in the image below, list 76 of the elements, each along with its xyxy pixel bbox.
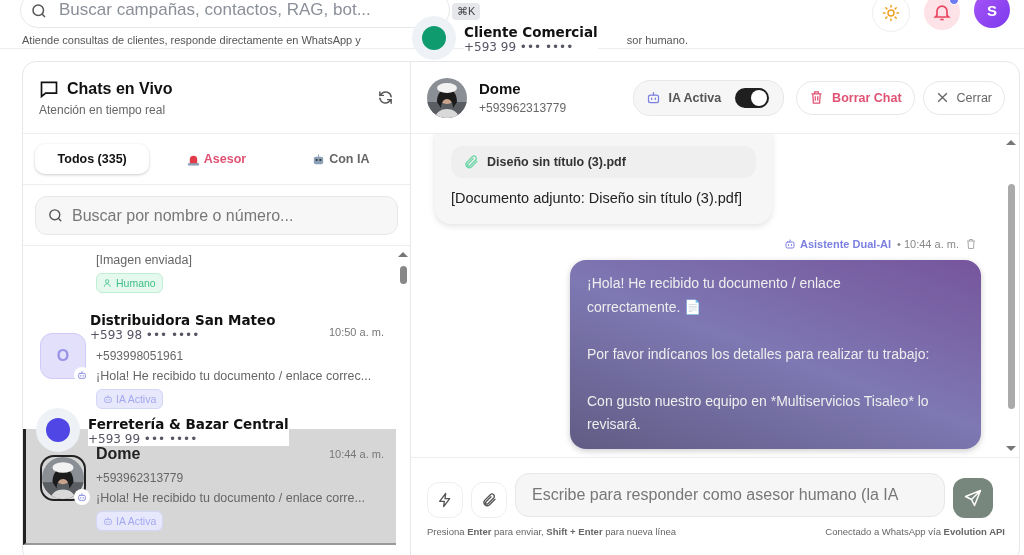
robot-icon [783,238,796,250]
toggle-switch[interactable] [735,87,770,108]
connection-status: Conectado a WhatsApp vía Evolution API [825,526,1005,537]
message-time: 10:44 a. m. [328,448,384,460]
message-text: [Documento adjunto: Diseño sin título (3).pdf] [451,190,743,206]
paperclip-icon [463,154,479,170]
filter-tab[interactable]: Asesor [159,144,274,174]
status-tag: Humano [96,273,163,293]
scroll-down-arrow[interactable] [1006,446,1016,451]
message-preview: ¡Hola! He recibido tu documento / enlace corre... [96,491,366,505]
lightning-icon [437,492,453,508]
status-tag: IA Activa [96,511,164,531]
shortcut-key: ⌘K [452,3,481,20]
theme-toggle[interactable] [872,0,910,32]
robot-icon [645,90,661,105]
attachment-chip[interactable]: Diseño sin título (3).pdf [451,146,756,178]
contact-avatar: O [40,333,86,379]
scrollbar-thumb[interactable] [400,266,407,284]
robot-icon [77,492,87,502]
status-tag: IA Activa [96,389,164,409]
keyboard-hint: Presiona Enter para enviar, Shift + Enter para nueva línea [427,526,676,537]
scroll-up-arrow[interactable] [398,252,408,257]
search-field[interactable]: Buscar campañas, contactos, RAG, bot... [20,0,450,28]
filter-tab[interactable]: Con IA [283,144,398,174]
search-icon [30,2,48,20]
send-icon [964,489,982,507]
search-field[interactable]: Buscar por nombre o número... [35,196,398,235]
contact-phone: +593962313779 [96,471,185,485]
attach-button[interactable] [471,482,507,518]
pin-tooltip[interactable] [412,16,456,60]
contact-phone: +593962313779 [479,101,568,115]
filter-tab[interactable]: Todos (335) [35,144,150,174]
delete-chat-button[interactable]: Borrar Chat [796,80,915,115]
panel-title: Chats en Vivo [67,79,173,98]
pin-tooltip[interactable] [36,408,80,452]
message-preview: [Imagen enviada] [96,253,193,267]
message-time: • 10:44 a. m. [897,238,959,250]
user-icon [103,278,113,288]
contact-name: Dome [479,80,522,97]
refresh-icon[interactable] [377,89,394,106]
message-bubble: ¡Hola! He recibido tu documento / enlace correctamente. 📄 Por favor indícanos los detalles para realizar tu trabajo: Con gusto nuestro equipo en *Multiservicios Tisaleo* lo revisará. [570,260,981,449]
search-icon [47,207,64,224]
send-button[interactable] [953,478,993,518]
page-subtitle: Atiende consultas de clientes, responde directamente en WhatsApp y [22,33,361,47]
quick-reply-button[interactable] [427,482,463,518]
message-input[interactable]: Escribe para responder como asesor humano (la IA [515,473,945,517]
trash-icon [809,90,825,105]
paperclip-icon [481,492,497,508]
page-subtitle: sor humano. [626,33,688,47]
pin-phone: +593 99 ••• •••• [464,39,575,54]
robot-icon [312,152,326,166]
scrollbar-thumb[interactable] [1008,184,1015,409]
robot-icon [103,394,113,404]
message-preview: ¡Hola! He recibido tu documento / enlace correc... [96,369,373,383]
robot-icon [103,516,113,526]
panel-subtitle: Atención en tiempo real [39,102,167,117]
pin-title: Ferretería & Bazar Central [88,415,289,432]
pin-phone: +593 98 ••• •••• [90,328,201,342]
notifications-button[interactable] [924,0,960,30]
scroll-up-arrow[interactable] [1006,140,1016,145]
user-avatar[interactable]: S [974,0,1010,28]
close-icon [935,91,949,104]
robot-icon [77,370,87,380]
trash-icon[interactable] [965,238,977,250]
bell-icon [932,2,952,22]
conversation-item[interactable]: [Imagen enviada] Humano [23,246,396,307]
message-time: 10:50 a. m. [328,326,384,338]
contact-phone: +593998051961 [96,349,185,363]
sender-label: Asistente Dual-AI [783,238,892,250]
pin-title: Distribuidora San Mateo [90,312,276,328]
pin-phone: +593 99 ••• •••• [88,431,199,446]
ai-toggle[interactable]: IA Activa [632,79,785,116]
contact-name: Dome [96,445,142,463]
sun-icon [882,4,900,22]
close-button[interactable]: Cerrar [922,80,1005,115]
pin-title: Cliente Comercial [464,23,598,40]
